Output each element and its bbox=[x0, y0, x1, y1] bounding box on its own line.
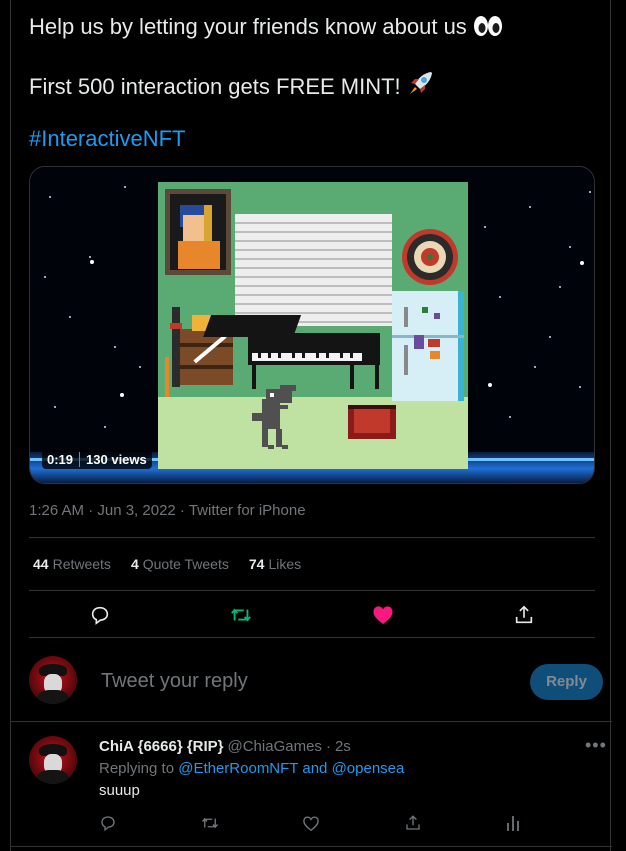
more-options-icon[interactable]: ••• bbox=[585, 735, 607, 756]
quote-tweets-count: 4 bbox=[130, 556, 139, 572]
heart-icon bbox=[373, 606, 393, 625]
reply-button[interactable]: Reply bbox=[530, 664, 603, 700]
reply-dot: · bbox=[325, 738, 331, 755]
retweets-count: 44 bbox=[33, 556, 49, 572]
reply-author-line: ChiA {6666} {RIP} @ChiaGames · 2s bbox=[99, 738, 351, 755]
reply-text: suuup bbox=[99, 782, 140, 799]
likes-label: Likes bbox=[268, 556, 302, 572]
replying-to-prefix: Replying to bbox=[99, 760, 175, 777]
tweet-text-line1: Help us by letting your friends know abo… bbox=[29, 13, 503, 44]
video-stats-badge: 0:19 130 views bbox=[42, 450, 152, 469]
rocket-emoji-icon bbox=[407, 69, 435, 104]
retweets-stat[interactable]: 44 Retweets bbox=[33, 556, 111, 572]
video-duration: 0:19 bbox=[47, 452, 74, 467]
video-player[interactable]: 0:19 130 views bbox=[29, 166, 595, 484]
mention-opensea[interactable]: @opensea bbox=[332, 760, 405, 777]
tweet-line1-text: Help us by letting your friends know abo… bbox=[29, 14, 467, 39]
share-action[interactable] bbox=[507, 600, 541, 630]
reply-author-name[interactable]: ChiA {6666} {RIP} bbox=[99, 738, 224, 755]
engagement-stats: 44 Retweets 4 Quote Tweets 74 Likes bbox=[33, 556, 301, 572]
badge-divider bbox=[79, 452, 81, 467]
divider-compose bbox=[11, 721, 612, 722]
reply-analytics-action[interactable] bbox=[497, 808, 531, 838]
share-icon bbox=[405, 815, 420, 830]
tweet-text-line2: First 500 interaction gets FREE MINT! bbox=[29, 69, 435, 104]
tweet-action-bar bbox=[29, 600, 595, 630]
reply-action-bar bbox=[91, 810, 531, 836]
quote-tweets-stat[interactable]: 4 Quote Tweets bbox=[131, 556, 229, 572]
like-action[interactable] bbox=[366, 600, 400, 630]
mention-etherroomnft[interactable]: @EtherRoomNFT bbox=[178, 760, 298, 777]
reply-author-avatar[interactable] bbox=[29, 736, 77, 784]
quote-tweets-label: Quote Tweets bbox=[142, 556, 229, 572]
reply-icon bbox=[91, 606, 108, 625]
likes-count: 74 bbox=[248, 556, 265, 572]
retweet-icon bbox=[201, 817, 218, 829]
replying-to-line: Replying to @EtherRoomNFT and @opensea bbox=[99, 760, 404, 777]
reply-like-action[interactable] bbox=[294, 808, 328, 838]
retweet-icon bbox=[231, 608, 252, 622]
share-icon bbox=[516, 605, 533, 624]
divider-bottom-stats bbox=[29, 590, 595, 591]
timeline-column: Help us by letting your friends know abo… bbox=[10, 0, 612, 851]
divider-bottom bbox=[11, 846, 612, 847]
my-avatar[interactable] bbox=[29, 656, 77, 704]
video-views: 130 views bbox=[86, 452, 147, 467]
retweets-label: Retweets bbox=[52, 556, 111, 572]
tweet-timestamp[interactable]: 1:26 AM · Jun 3, 2022 · Twitter for iPho… bbox=[29, 502, 306, 519]
analytics-icon bbox=[507, 816, 519, 831]
avatar-body bbox=[37, 770, 69, 784]
tweet-line2-text: First 500 interaction gets FREE MINT! bbox=[29, 74, 401, 99]
reply-reply-action[interactable] bbox=[91, 808, 125, 838]
reply-action[interactable] bbox=[83, 600, 117, 630]
eyes-emoji-icon bbox=[473, 15, 503, 44]
reply-retweet-action[interactable] bbox=[193, 808, 227, 838]
divider-actions bbox=[29, 637, 595, 638]
nft-room-illustration bbox=[30, 167, 594, 483]
likes-stat[interactable]: 74 Likes bbox=[249, 556, 301, 572]
reply-author-handle[interactable]: @ChiaGames bbox=[228, 738, 322, 755]
reply-share-action[interactable] bbox=[396, 808, 430, 838]
heart-outline-icon bbox=[303, 815, 319, 831]
reply-time[interactable]: 2s bbox=[335, 738, 351, 755]
mention-and[interactable]: and bbox=[302, 760, 327, 777]
reply-icon bbox=[101, 816, 115, 832]
hashtag-link[interactable]: #InteractiveNFT bbox=[29, 125, 186, 153]
divider-top-stats bbox=[29, 537, 595, 538]
avatar-body bbox=[37, 690, 69, 704]
retweet-action[interactable] bbox=[224, 600, 258, 630]
reply-input[interactable]: Tweet your reply bbox=[101, 670, 248, 693]
